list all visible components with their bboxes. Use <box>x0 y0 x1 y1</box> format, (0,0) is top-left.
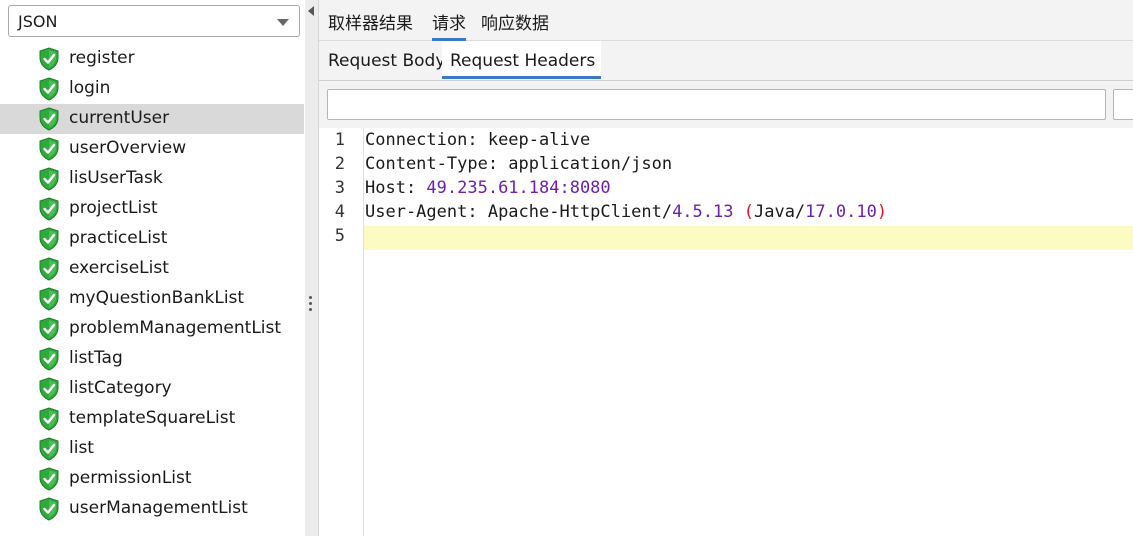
header-value-token: 4.5.13 <box>672 202 734 222</box>
header-value-token: 17.0.10 <box>805 202 877 222</box>
tree-item[interactable]: projectList <box>0 194 304 224</box>
success-shield-icon <box>39 497 59 521</box>
tree-item-label: userOverview <box>69 138 187 158</box>
tree-item[interactable]: currentUser <box>0 104 304 134</box>
header-line: Content-Type: application/json <box>365 154 672 178</box>
success-shield-icon <box>39 467 59 491</box>
tree-item[interactable]: exerciseList <box>0 254 304 284</box>
header-line: Connection: keep-alive <box>365 130 590 154</box>
tree-item[interactable]: userOverview <box>0 134 304 164</box>
header-value-token: Java/ <box>753 202 806 222</box>
tab-sampler-result[interactable]: 取样器结果 <box>328 9 413 34</box>
line-number: 5 <box>334 226 345 246</box>
tree-item[interactable]: permissionList <box>0 464 304 494</box>
success-shield-icon <box>39 137 59 161</box>
headers-editor[interactable]: 12345 Connection: keep-alive Content-Type… <box>319 128 1133 536</box>
tree-item-label: practiceList <box>69 228 168 248</box>
success-shield-icon <box>39 197 59 221</box>
tree-item-label: templateSquareList <box>69 408 236 428</box>
header-key: Connection: <box>365 130 488 150</box>
header-key: User-Agent: <box>365 202 488 222</box>
tree-item-label: permissionList <box>69 468 192 488</box>
tree-item-label: myQuestionBankList <box>69 288 245 308</box>
sampler-tree: register login currentUser userOverview lisU… <box>0 44 304 524</box>
header-value-token: 49.235.61.184:8080 <box>426 178 611 198</box>
tree-item[interactable]: register <box>0 44 304 74</box>
search-bar <box>319 81 1133 128</box>
search-button[interactable] <box>1113 89 1133 120</box>
header-value-token: ( <box>743 202 754 222</box>
sampler-tree-panel: JSON register login currentUser userOvervie… <box>0 0 306 536</box>
line-number-gutter: 1 2 3 4 5 <box>319 128 364 536</box>
tab-request[interactable]: 请求 <box>432 9 466 41</box>
tree-item-label: problemManagementList <box>69 318 282 338</box>
success-shield-icon <box>39 317 59 341</box>
tree-item[interactable]: list <box>0 434 304 464</box>
collapse-left-icon[interactable] <box>308 6 314 16</box>
tree-item-label: userManagementList <box>69 498 248 518</box>
tree-item[interactable]: practiceList <box>0 224 304 254</box>
current-line-highlight <box>364 226 1133 250</box>
line-number: 3 <box>334 178 345 198</box>
tree-item-label: listTag <box>69 348 123 368</box>
renderer-dropdown-value: JSON <box>18 12 58 31</box>
tree-item-label: list <box>69 438 94 458</box>
request-subtabs: Request Body Request Headers <box>319 41 1133 81</box>
panel-splitter[interactable] <box>305 0 319 536</box>
tab-request-headers[interactable]: Request Headers <box>442 41 602 79</box>
line-number: 2 <box>334 154 345 174</box>
search-input[interactable] <box>327 89 1106 120</box>
tree-item-label: projectList <box>69 198 158 218</box>
header-value-token <box>733 202 743 222</box>
tree-item[interactable]: problemManagementList <box>0 314 304 344</box>
success-shield-icon <box>39 107 59 131</box>
header-value-token: application/json <box>508 154 673 174</box>
success-shield-icon <box>39 47 59 71</box>
line-number: 1 <box>334 130 345 150</box>
success-shield-icon <box>39 377 59 401</box>
renderer-dropdown[interactable]: JSON <box>8 5 300 37</box>
tree-item[interactable]: lisUserTask <box>0 164 304 194</box>
result-tabs: 取样器结果 请求 响应数据 <box>319 0 1133 41</box>
tree-item-label: currentUser <box>69 108 170 128</box>
chevron-down-icon[interactable] <box>277 19 289 26</box>
tree-item-label: listCategory <box>69 378 172 398</box>
success-shield-icon <box>39 77 59 101</box>
success-shield-icon <box>39 437 59 461</box>
tree-item[interactable]: templateSquareList <box>0 404 304 434</box>
tree-item-label: exerciseList <box>69 258 169 278</box>
tree-item[interactable]: userManagementList <box>0 494 304 524</box>
tab-response-data[interactable]: 响应数据 <box>481 9 549 34</box>
success-shield-icon <box>39 407 59 431</box>
header-value-token: keep-alive <box>487 130 591 150</box>
tree-item-label: register <box>69 48 135 68</box>
success-shield-icon <box>39 287 59 311</box>
header-key: Content-Type: <box>365 154 509 174</box>
header-value-token: Apache-HttpClient/ <box>487 202 673 222</box>
line-number: 4 <box>334 202 345 222</box>
header-line: Host: 49.235.61.184:8080 <box>365 178 611 202</box>
tree-item[interactable]: login <box>0 74 304 104</box>
header-line: User-Agent: Apache-HttpClient/4.5.13 (Ja… <box>365 202 887 226</box>
tree-item-label: lisUserTask <box>69 168 163 188</box>
result-detail-panel: 取样器结果 请求 响应数据 Request Body Request Heade… <box>319 0 1133 536</box>
success-shield-icon <box>39 257 59 281</box>
success-shield-icon <box>39 167 59 191</box>
header-key: Host: <box>365 178 427 198</box>
header-value-token: ) <box>876 202 888 222</box>
tree-item[interactable]: myQuestionBankList <box>0 284 304 314</box>
tree-item[interactable]: listTag <box>0 344 304 374</box>
drag-handle-icon[interactable] <box>309 296 313 314</box>
tree-item-label: login <box>69 78 111 98</box>
tree-item[interactable]: listCategory <box>0 374 304 404</box>
success-shield-icon <box>39 347 59 371</box>
tab-request-body[interactable]: Request Body <box>328 51 445 71</box>
success-shield-icon <box>39 227 59 251</box>
